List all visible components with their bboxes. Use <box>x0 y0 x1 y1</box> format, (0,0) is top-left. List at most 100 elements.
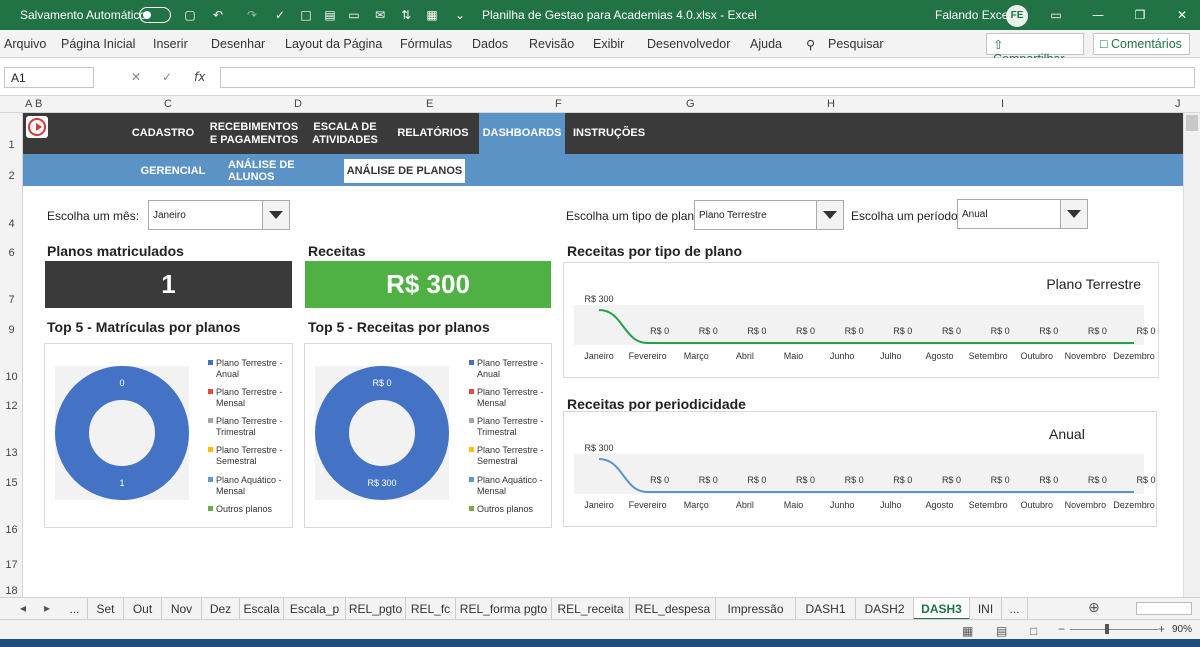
comments-button[interactable]: □ Comentários <box>1093 33 1190 55</box>
print-preview-icon[interactable]: ▤ <box>322 7 338 23</box>
search-icon[interactable]: ⚲ <box>806 37 815 52</box>
row-header[interactable]: 10 <box>0 371 23 383</box>
row-header[interactable]: 2 <box>0 170 23 182</box>
close-icon[interactable]: ✕ <box>1174 7 1190 23</box>
zoom-thumb[interactable] <box>1105 624 1109 634</box>
nav-recebimentos[interactable]: RECEBIMENTOS E PAGAMENTOS <box>207 113 301 154</box>
sheet-tab[interactable]: Dez <box>202 598 240 620</box>
scroll-thumb[interactable] <box>1186 115 1198 131</box>
vertical-scrollbar[interactable] <box>1183 113 1200 597</box>
col-header[interactable]: C <box>164 98 172 110</box>
tab-revisao[interactable]: Revisão <box>529 37 574 51</box>
subnav-analise-alunos[interactable]: ANÁLISE DE ALUNOS <box>228 159 342 183</box>
row-header[interactable]: 16 <box>0 524 23 536</box>
sheet-tab[interactable]: Out <box>124 598 162 620</box>
row-header[interactable]: 15 <box>0 477 23 489</box>
sheet-tab[interactable]: ... <box>1002 598 1028 620</box>
add-sheet-icon[interactable]: ⊕ <box>1088 600 1100 616</box>
tab-dados[interactable]: Dados <box>472 37 508 51</box>
sheet-tab[interactable]: REL_fc <box>406 598 456 620</box>
enter-icon[interactable]: ✓ <box>162 70 172 84</box>
col-header[interactable]: A <box>25 98 32 110</box>
new-file-icon[interactable]: □ <box>298 7 314 23</box>
tab-arquivo[interactable]: Arquivo <box>4 37 46 51</box>
col-header[interactable]: F <box>555 98 562 110</box>
sheet-tab[interactable]: INI <box>970 598 1002 620</box>
horizontal-scrollbar[interactable] <box>1136 602 1192 615</box>
col-header[interactable]: B <box>35 98 42 110</box>
share-button[interactable]: ⇧ Compartilhar <box>986 33 1084 66</box>
col-header[interactable]: G <box>686 98 695 110</box>
page-break-icon[interactable]: □ <box>1030 624 1037 638</box>
subnav-analise-planos[interactable]: ANÁLISE DE PLANOS <box>344 159 465 183</box>
subnav-gerencial[interactable]: GERENCIAL <box>131 159 215 183</box>
tab-layout[interactable]: Layout da Página <box>285 37 382 51</box>
insert-function-icon[interactable]: fx <box>194 70 205 84</box>
ribbon-display-icon[interactable]: ▭ <box>1048 7 1064 23</box>
plan-type-dropdown[interactable]: Plano Terrestre <box>694 200 844 230</box>
row-header[interactable]: 4 <box>0 218 23 230</box>
nav-escala[interactable]: ESCALA DE ATIVIDADES <box>305 113 385 154</box>
tab-exibir[interactable]: Exibir <box>593 37 624 51</box>
zoom-slider[interactable] <box>1070 629 1158 630</box>
redo-icon[interactable]: ↷ <box>244 7 260 23</box>
row-header[interactable]: 13 <box>0 447 23 459</box>
zoom-in-icon[interactable]: + <box>1158 622 1165 636</box>
formula-input[interactable] <box>220 67 1195 88</box>
chevron-down-icon[interactable] <box>1060 200 1087 228</box>
sheet-tab[interactable]: REL_pgto <box>346 598 406 620</box>
row-header[interactable]: 1 <box>0 139 23 151</box>
sheet-tab[interactable]: REL_receita <box>552 598 630 620</box>
sort-icon[interactable]: ⇅ <box>398 7 414 23</box>
tab-ajuda[interactable]: Ajuda <box>750 37 782 51</box>
tab-formulas[interactable]: Fórmulas <box>400 37 452 51</box>
tab-desenvolvedor[interactable]: Desenvolvedor <box>647 37 730 51</box>
undo-icon[interactable]: ↶ <box>210 7 226 23</box>
sheet-tab[interactable]: DASH1 <box>796 598 856 620</box>
minimize-icon[interactable]: — <box>1090 7 1106 23</box>
col-header[interactable]: D <box>294 98 302 110</box>
spellcheck-icon[interactable]: ✓ <box>272 7 288 23</box>
col-header[interactable]: H <box>827 98 835 110</box>
row-header[interactable]: 17 <box>0 559 23 571</box>
autosave-toggle[interactable] <box>139 7 171 23</box>
avatar[interactable]: FE <box>1006 5 1028 27</box>
sheet-tab[interactable]: Impressão <box>716 598 796 620</box>
nav-instrucoes[interactable]: INSTRUÇÕES <box>569 113 649 154</box>
restore-icon[interactable]: ❐ <box>1132 7 1148 23</box>
email-icon[interactable]: ✉ <box>372 7 388 23</box>
zoom-out-icon[interactable]: − <box>1058 622 1065 636</box>
chevron-down-icon[interactable] <box>262 201 289 229</box>
sheet-tab[interactable]: Set <box>88 598 124 620</box>
sheet-tab[interactable]: DASH2 <box>856 598 914 620</box>
sheet-tab[interactable]: REL_forma pgto <box>456 598 552 620</box>
sheet-tab[interactable]: REL_despesa <box>630 598 716 620</box>
sheet-tab[interactable]: DASH3 <box>914 598 970 620</box>
sheet-tab[interactable]: Escala_p <box>284 598 346 620</box>
tab-inserir[interactable]: Inserir <box>153 37 188 51</box>
nav-dashboards[interactable]: DASHBOARDS <box>479 113 565 154</box>
col-header[interactable]: E <box>426 98 433 110</box>
table-icon[interactable]: ▦ <box>424 7 440 23</box>
nav-relatorios[interactable]: RELATÓRIOS <box>391 113 475 154</box>
sheet-tab[interactable]: Nov <box>162 598 202 620</box>
name-box[interactable]: A1 <box>4 67 94 88</box>
col-header[interactable]: I <box>1001 98 1004 110</box>
cancel-icon[interactable]: ✕ <box>131 70 141 84</box>
tab-desenhar[interactable]: Desenhar <box>211 37 265 51</box>
row-header[interactable]: 9 <box>0 324 23 336</box>
row-header[interactable]: 12 <box>0 400 23 412</box>
sheet-tab[interactable]: ... <box>62 598 88 620</box>
search-input[interactable]: Pesquisar <box>828 37 884 51</box>
customize-toolbar-icon[interactable]: ⌄ <box>452 7 468 23</box>
nav-cadastro[interactable]: CADASTRO <box>123 113 203 154</box>
sheet-tab[interactable]: Escala <box>240 598 284 620</box>
col-header[interactable]: J <box>1175 98 1181 110</box>
month-dropdown[interactable]: Janeiro <box>148 200 290 230</box>
save-icon[interactable]: ▢ <box>182 7 198 23</box>
row-header[interactable]: 18 <box>0 585 23 597</box>
tab-pagina-inicial[interactable]: Página Inicial <box>61 37 135 51</box>
sheet-prev-icon[interactable]: ◂ <box>20 601 26 615</box>
sheet-next-icon[interactable]: ▸ <box>44 601 50 615</box>
page-layout-icon[interactable]: ▤ <box>996 624 1007 638</box>
